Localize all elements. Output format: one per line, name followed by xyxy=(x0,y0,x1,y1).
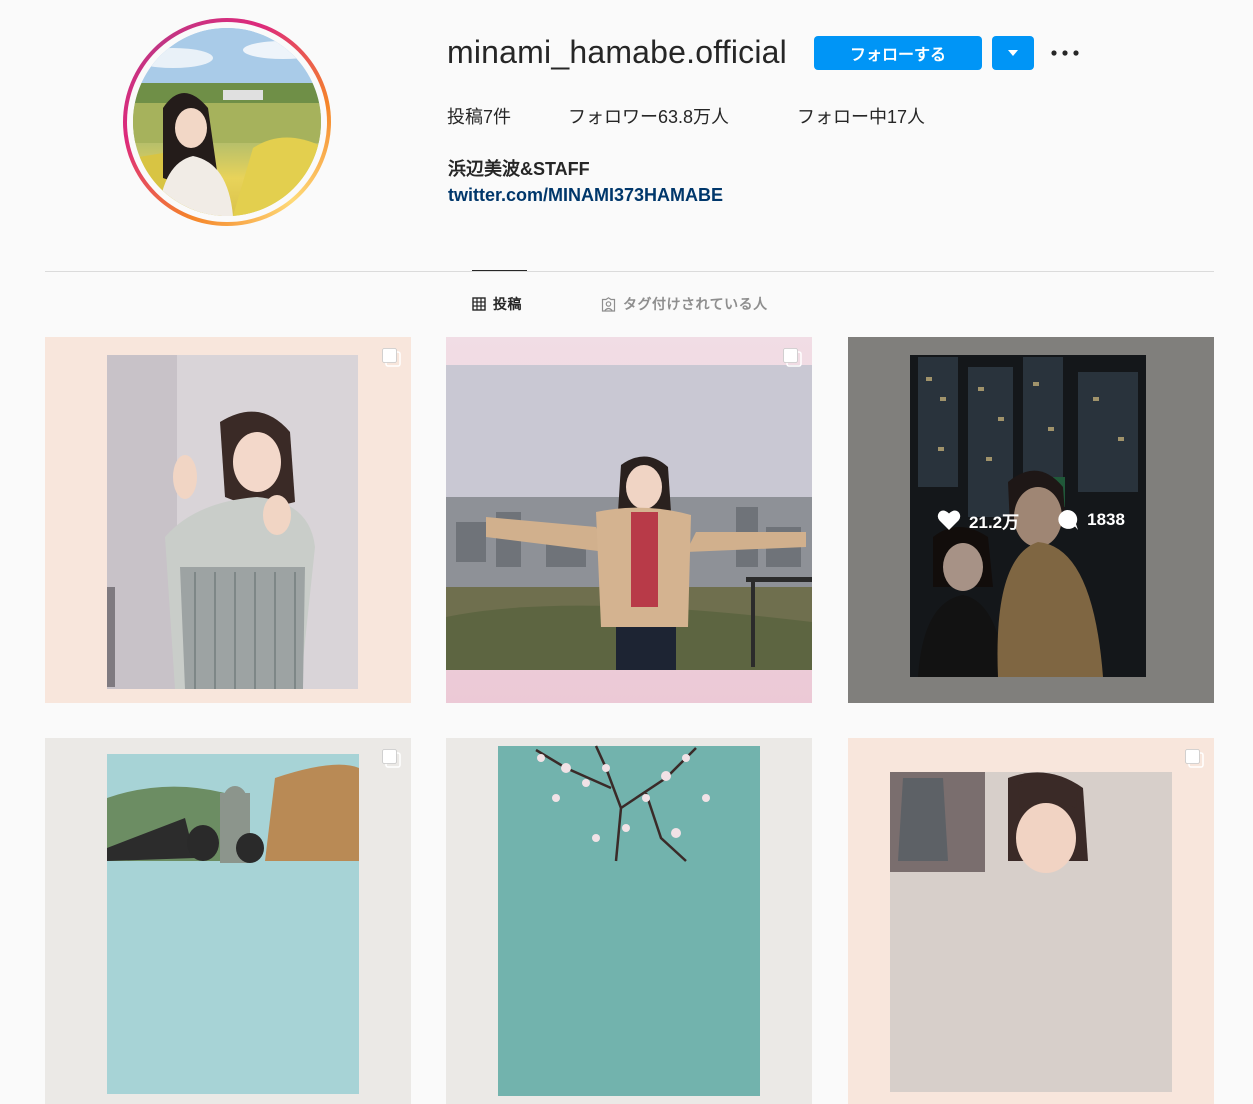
comments-count: 1838 xyxy=(1087,510,1125,529)
multiple-images-icon xyxy=(382,749,401,768)
following-count: 17 xyxy=(887,107,908,127)
suggested-accounts-button[interactable] xyxy=(992,36,1034,70)
follow-button[interactable]: フォローする xyxy=(814,36,982,70)
post-thumbnail-1[interactable] xyxy=(45,337,411,703)
followers-suffix: 人 xyxy=(711,107,730,127)
post-thumbnail-6[interactable] xyxy=(848,738,1214,1104)
followers-label: フォロワー xyxy=(568,107,658,127)
profile-avatar-ring[interactable] xyxy=(123,18,331,226)
profile-full-name: 浜辺美波&STAFF xyxy=(448,159,590,179)
posts-count: 7 xyxy=(483,107,494,127)
post-image xyxy=(848,738,1214,1104)
post-thumbnail-5[interactable] xyxy=(446,738,812,1104)
tabs-divider xyxy=(45,271,1214,272)
multiple-images-icon xyxy=(1185,749,1204,768)
following-suffix: 人 xyxy=(907,107,926,127)
tab-posts[interactable]: 投稿 xyxy=(472,294,522,314)
active-tab-indicator xyxy=(472,270,527,271)
likes-count: 21.2万 xyxy=(969,512,1020,532)
posts-label: 投稿 xyxy=(447,107,483,127)
tagged-user-icon xyxy=(601,296,616,312)
post-hover-overlay: 21.2万 1838 xyxy=(848,337,1214,703)
likes-stat: 21.2万 xyxy=(937,508,1019,533)
post-image xyxy=(45,337,411,703)
comments-stat: 1838 xyxy=(1055,509,1125,531)
post-thumbnail-3[interactable]: 21.2万 1838 xyxy=(848,337,1214,703)
profile-username: minami_hamabe.official xyxy=(447,34,787,70)
post-image xyxy=(446,337,812,703)
following-label: フォロー中 xyxy=(797,107,887,127)
chevron-down-icon xyxy=(1008,49,1018,56)
post-thumbnail-4[interactable] xyxy=(45,738,411,1104)
post-thumbnail-2[interactable] xyxy=(446,337,812,703)
tab-tagged[interactable]: タグ付けされている人 xyxy=(601,294,768,314)
profile-avatar[interactable] xyxy=(133,28,321,216)
posts-count-stat: 投稿7件 xyxy=(447,103,511,129)
avatar-photo xyxy=(133,28,321,216)
multiple-images-icon xyxy=(382,348,401,367)
options-button[interactable] xyxy=(1048,40,1082,66)
multiple-images-icon xyxy=(783,348,802,367)
comment-icon xyxy=(1058,509,1079,530)
post-image xyxy=(45,738,411,1104)
followers-count: 63.8万 xyxy=(658,107,712,127)
followers-stat[interactable]: フォロワー63.8万人 xyxy=(568,103,729,129)
post-image xyxy=(446,738,812,1104)
heart-icon xyxy=(937,510,961,530)
tab-tagged-label: タグ付けされている人 xyxy=(623,296,768,312)
grid-icon xyxy=(472,297,486,311)
following-stat[interactable]: フォロー中17人 xyxy=(797,103,925,129)
bio-link[interactable]: twitter.com/MINAMI373HAMABE xyxy=(448,185,723,206)
tab-posts-label: 投稿 xyxy=(493,296,522,312)
ellipsis-icon xyxy=(1051,50,1079,56)
posts-suffix: 件 xyxy=(493,107,512,127)
